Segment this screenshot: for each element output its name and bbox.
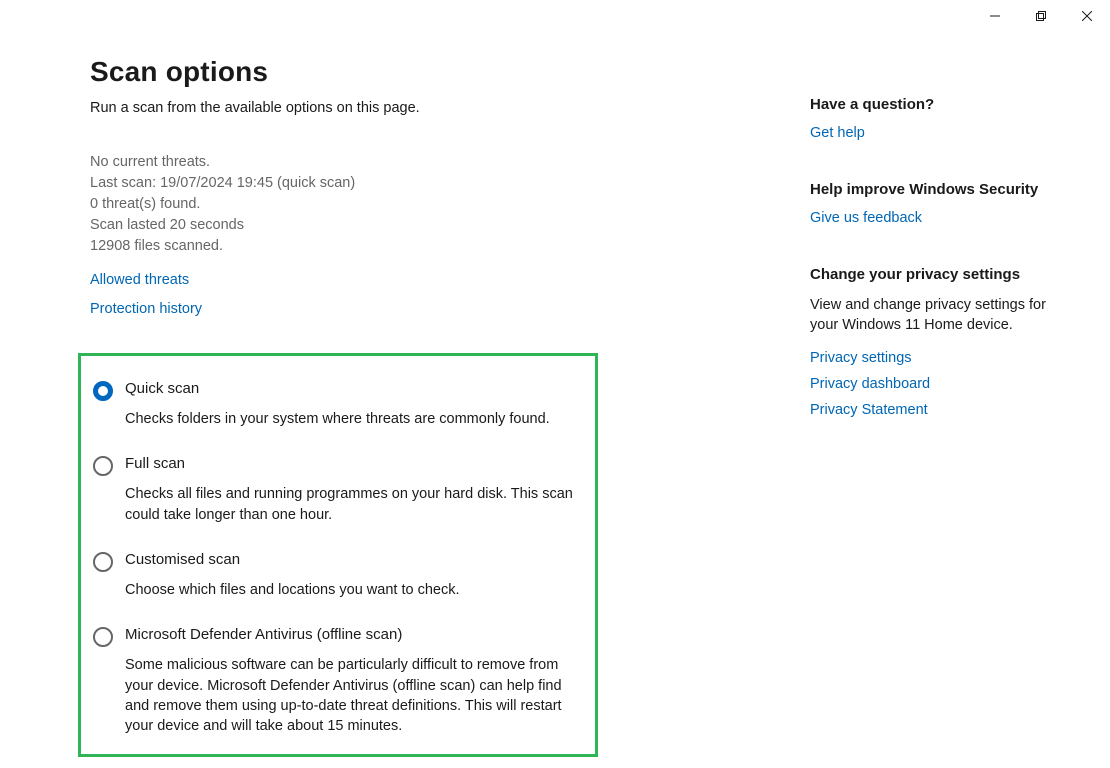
help-question-section: Have a question? Get help [810, 96, 1050, 141]
privacy-dashboard-link[interactable]: Privacy dashboard [810, 376, 1050, 392]
radio-title: Full scan [125, 455, 583, 472]
radio-desc: Some malicious software can be particula… [125, 655, 583, 736]
status-no-threats: No current threats. [90, 152, 750, 173]
right-column: Have a question? Get help Help improve W… [750, 56, 1050, 757]
maximize-button[interactable] [1018, 0, 1064, 32]
allowed-threats-link[interactable]: Allowed threats [90, 272, 189, 288]
scan-options-group: Quick scan Checks folders in your system… [78, 353, 598, 757]
scan-status-block: No current threats. Last scan: 19/07/202… [90, 152, 750, 257]
privacy-text: View and change privacy settings for you… [810, 295, 1050, 336]
minimize-button[interactable] [972, 0, 1018, 32]
radio-option-customised-scan[interactable]: Customised scan Choose which files and l… [93, 551, 583, 600]
improve-heading: Help improve Windows Security [810, 181, 1050, 198]
radio-option-offline-scan[interactable]: Microsoft Defender Antivirus (offline sc… [93, 626, 583, 736]
help-question-heading: Have a question? [810, 96, 1050, 113]
radio-title: Microsoft Defender Antivirus (offline sc… [125, 626, 583, 643]
page-title: Scan options [90, 56, 750, 88]
status-files-scanned: 12908 files scanned. [90, 236, 750, 257]
radio-content: Customised scan Choose which files and l… [125, 551, 583, 600]
minimize-icon [990, 11, 1000, 21]
radio-icon [93, 456, 113, 476]
radio-option-quick-scan[interactable]: Quick scan Checks folders in your system… [93, 380, 583, 429]
radio-desc: Checks folders in your system where thre… [125, 409, 583, 429]
privacy-statement-link[interactable]: Privacy Statement [810, 402, 1050, 418]
radio-icon [93, 552, 113, 572]
close-icon [1082, 11, 1092, 21]
privacy-section: Change your privacy settings View and ch… [810, 266, 1050, 418]
status-last-scan: Last scan: 19/07/2024 19:45 (quick scan) [90, 173, 750, 194]
radio-content: Full scan Checks all files and running p… [125, 455, 583, 525]
radio-icon [93, 381, 113, 401]
status-duration: Scan lasted 20 seconds [90, 215, 750, 236]
radio-desc: Checks all files and running programmes … [125, 484, 583, 525]
get-help-link[interactable]: Get help [810, 125, 1050, 141]
close-button[interactable] [1064, 0, 1110, 32]
radio-option-full-scan[interactable]: Full scan Checks all files and running p… [93, 455, 583, 525]
maximize-icon [1036, 11, 1046, 21]
status-threats-found: 0 threat(s) found. [90, 194, 750, 215]
radio-title: Quick scan [125, 380, 583, 397]
window-controls [972, 0, 1110, 32]
improve-section: Help improve Windows Security Give us fe… [810, 181, 1050, 226]
privacy-settings-link[interactable]: Privacy settings [810, 350, 1050, 366]
radio-content: Quick scan Checks folders in your system… [125, 380, 583, 429]
page-subtitle: Run a scan from the available options on… [90, 100, 750, 116]
radio-title: Customised scan [125, 551, 583, 568]
radio-icon [93, 627, 113, 647]
radio-content: Microsoft Defender Antivirus (offline sc… [125, 626, 583, 736]
feedback-link[interactable]: Give us feedback [810, 210, 1050, 226]
main-column: Scan options Run a scan from the availab… [90, 56, 750, 757]
protection-history-link[interactable]: Protection history [90, 301, 202, 317]
privacy-heading: Change your privacy settings [810, 266, 1050, 283]
radio-desc: Choose which files and locations you wan… [125, 580, 583, 600]
titlebar [0, 0, 1110, 32]
